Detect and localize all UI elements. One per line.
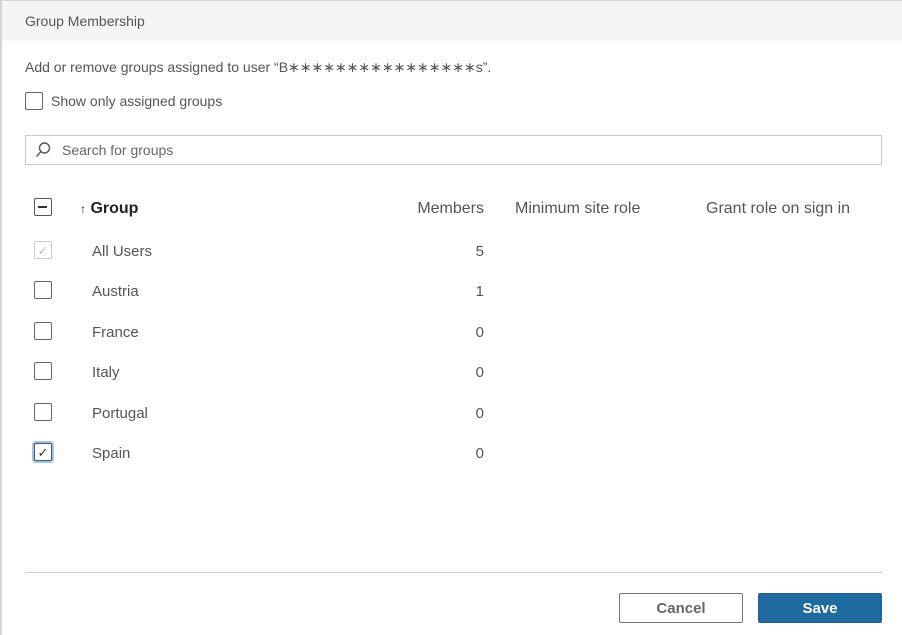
dialog-description: Add or remove groups assigned to user “B… xyxy=(25,59,492,75)
sort-ascending-icon: ↑ xyxy=(80,202,86,216)
row-checkbox-france[interactable] xyxy=(34,322,52,340)
group-members-count: 0 xyxy=(475,324,484,341)
group-members-count: 1 xyxy=(475,283,484,300)
search-box[interactable] xyxy=(25,135,882,165)
table-row: Austria 1 xyxy=(2,281,902,321)
row-checkbox-italy[interactable] xyxy=(34,362,52,380)
table-header: ↑ Group Members Minimum site role Grant … xyxy=(2,196,902,222)
column-header-members[interactable]: Members xyxy=(417,200,484,218)
search-input[interactable] xyxy=(62,142,862,158)
row-checkbox-austria[interactable] xyxy=(34,281,52,299)
group-name: Austria xyxy=(92,283,139,300)
footer-divider xyxy=(25,572,882,573)
row-checkbox-portugal[interactable] xyxy=(34,403,52,421)
save-button[interactable]: Save xyxy=(758,593,882,623)
group-members-count: 0 xyxy=(475,364,484,381)
column-header-minimum-site-role[interactable]: Minimum site role xyxy=(515,200,640,218)
select-all-checkbox[interactable] xyxy=(34,198,52,216)
dialog-title: Group Membership xyxy=(25,13,145,29)
dialog-header: Group Membership xyxy=(2,1,902,41)
group-members-count: 0 xyxy=(475,405,484,422)
group-name: All Users xyxy=(92,243,153,260)
group-members-count: 5 xyxy=(475,243,484,260)
group-membership-dialog: Group Membership Add or remove groups as… xyxy=(0,0,902,635)
row-checkbox-all-users: ✓ xyxy=(34,241,52,259)
group-name: Italy xyxy=(92,364,120,381)
group-name: Spain xyxy=(92,445,131,462)
table-row: France 0 xyxy=(2,322,902,362)
column-header-group[interactable]: ↑ Group xyxy=(80,200,138,218)
search-icon xyxy=(35,142,51,157)
table-row: Portugal 0 xyxy=(2,403,902,443)
show-only-assigned-label: Show only assigned groups xyxy=(51,93,223,109)
table-row: Italy 0 xyxy=(2,362,902,402)
cancel-button[interactable]: Cancel xyxy=(619,593,743,623)
table-row: ✓ Spain 0 xyxy=(2,443,902,483)
row-checkbox-spain[interactable]: ✓ xyxy=(34,443,52,461)
column-header-grant-role-on-sign-in[interactable]: Grant role on sign in xyxy=(706,200,850,218)
group-name: France xyxy=(92,324,139,341)
group-name: Portugal xyxy=(92,405,148,422)
show-only-assigned-checkbox[interactable] xyxy=(25,92,43,110)
group-members-count: 0 xyxy=(475,445,484,462)
show-only-assigned-toggle[interactable]: Show only assigned groups xyxy=(25,92,222,110)
table-row: ✓ All Users 5 xyxy=(2,241,902,281)
